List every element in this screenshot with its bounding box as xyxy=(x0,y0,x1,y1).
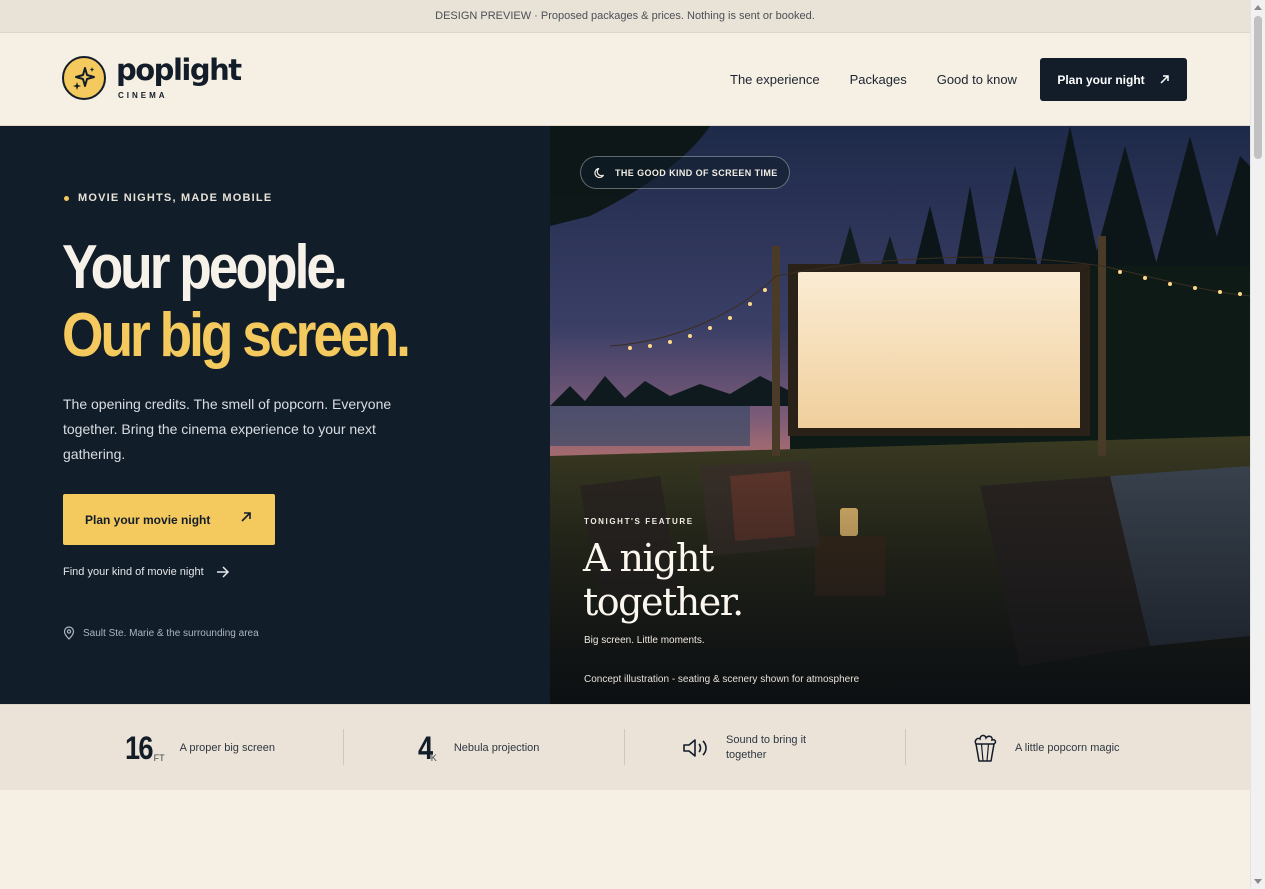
feature-kicker: TONIGHT'S FEATURE xyxy=(584,517,694,526)
plan-movie-night-label: Plan your movie night xyxy=(85,512,211,527)
stat-label: A little popcorn magic xyxy=(1015,741,1120,754)
service-area: Sault Ste. Marie & the surrounding area xyxy=(63,626,259,640)
arrow-up-right-icon xyxy=(241,512,251,522)
stat-label: Nebula projection xyxy=(453,741,540,754)
preview-banner-text: DESIGN PREVIEW · Proposed packages & pri… xyxy=(435,10,815,22)
stat-divider xyxy=(905,729,906,765)
find-movie-night-link[interactable]: Find your kind of movie night xyxy=(63,566,230,578)
stat-label: A proper big screen xyxy=(179,741,275,754)
find-movie-night-label: Find your kind of movie night xyxy=(63,566,204,578)
scroll-thumb[interactable] xyxy=(1254,16,1262,159)
hero-feature-image: THE GOOD KIND OF SCREEN TIME TONIGHT'S F… xyxy=(550,126,1250,704)
stat-number: 4 xyxy=(418,729,433,766)
plan-movie-night-button[interactable]: Plan your movie night xyxy=(63,494,275,545)
logo-wordmark: poplight xyxy=(116,53,242,87)
screen-time-pill: THE GOOD KIND OF SCREEN TIME xyxy=(580,156,790,189)
logo-text: poplight CINEMA xyxy=(116,53,246,100)
main-nav: The experience Packages Good to know xyxy=(730,72,1047,88)
feature-title-line-2: together. xyxy=(583,580,744,624)
hero-eyebrow-text: MOVIE NIGHTS, MADE MOBILE xyxy=(78,192,273,204)
feature-title-line-1: A night xyxy=(583,536,714,580)
preview-banner: DESIGN PREVIEW · Proposed packages & pri… xyxy=(0,0,1250,33)
scroll-down-arrow-icon[interactable] xyxy=(1254,879,1262,884)
stat-label: Sound to bring it together xyxy=(726,733,806,763)
hero-headline: Your people. Our big screen. xyxy=(62,233,411,370)
popcorn-icon xyxy=(974,734,997,762)
stat-unit: FT xyxy=(153,753,165,763)
stat-number: 16 xyxy=(125,729,154,766)
stat-divider xyxy=(624,729,625,765)
plan-your-night-label: Plan your night xyxy=(1057,72,1145,87)
scroll-up-arrow-icon[interactable] xyxy=(1254,5,1262,10)
stat-unit: K xyxy=(430,753,437,763)
stat-divider xyxy=(343,729,344,765)
arrow-right-icon xyxy=(216,566,229,578)
stat-popcorn: A little popcorn magic xyxy=(972,705,1120,791)
nav-link-packages[interactable]: Packages xyxy=(850,72,907,88)
hero-body: The opening credits. The smell of popcor… xyxy=(63,396,392,462)
stat-screen-size: 16 FT A proper big screen xyxy=(125,705,275,791)
stat-projection: 4 K Nebula projection xyxy=(418,705,539,791)
logo[interactable]: poplight CINEMA xyxy=(62,53,246,100)
feature-title: A night together. xyxy=(583,536,744,624)
speaker-icon xyxy=(683,739,707,757)
nav-link-good-to-know[interactable]: Good to know xyxy=(937,72,1017,88)
screen-time-pill-text: THE GOOD KIND OF SCREEN TIME xyxy=(615,167,778,178)
stat-label-line-1: Sound to bring it xyxy=(726,734,807,746)
stat-sound: Sound to bring it together xyxy=(681,705,806,791)
stats-bar: 16 FT A proper big screen 4 K Nebula pro… xyxy=(0,704,1250,790)
feature-subtitle: Big screen. Little moments. xyxy=(584,635,705,646)
eyebrow-dot xyxy=(64,195,69,201)
moon-icon xyxy=(594,167,605,178)
site-header: poplight CINEMA The experience Packages … xyxy=(0,33,1250,126)
nav-link-experience[interactable]: The experience xyxy=(730,72,820,88)
stat-label-line-2: together xyxy=(726,749,767,761)
sparkle-logo-icon xyxy=(62,56,106,100)
feature-note: Concept illustration - seating & scenery… xyxy=(584,674,860,685)
page-scrollbar[interactable] xyxy=(1250,0,1265,889)
arrow-up-right-icon xyxy=(1160,75,1169,84)
headline-line-2: Our big screen. xyxy=(62,301,411,370)
headline-line-1: Your people. xyxy=(62,233,348,302)
map-pin-icon xyxy=(63,626,75,640)
plan-your-night-button[interactable]: Plan your night xyxy=(1040,58,1187,101)
hero-intro: MOVIE NIGHTS, MADE MOBILE Your people. O… xyxy=(0,126,550,704)
hero-eyebrow: MOVIE NIGHTS, MADE MOBILE xyxy=(64,192,272,204)
logo-subtitle: CINEMA xyxy=(118,91,168,100)
service-area-text: Sault Ste. Marie & the surrounding area xyxy=(83,627,259,639)
